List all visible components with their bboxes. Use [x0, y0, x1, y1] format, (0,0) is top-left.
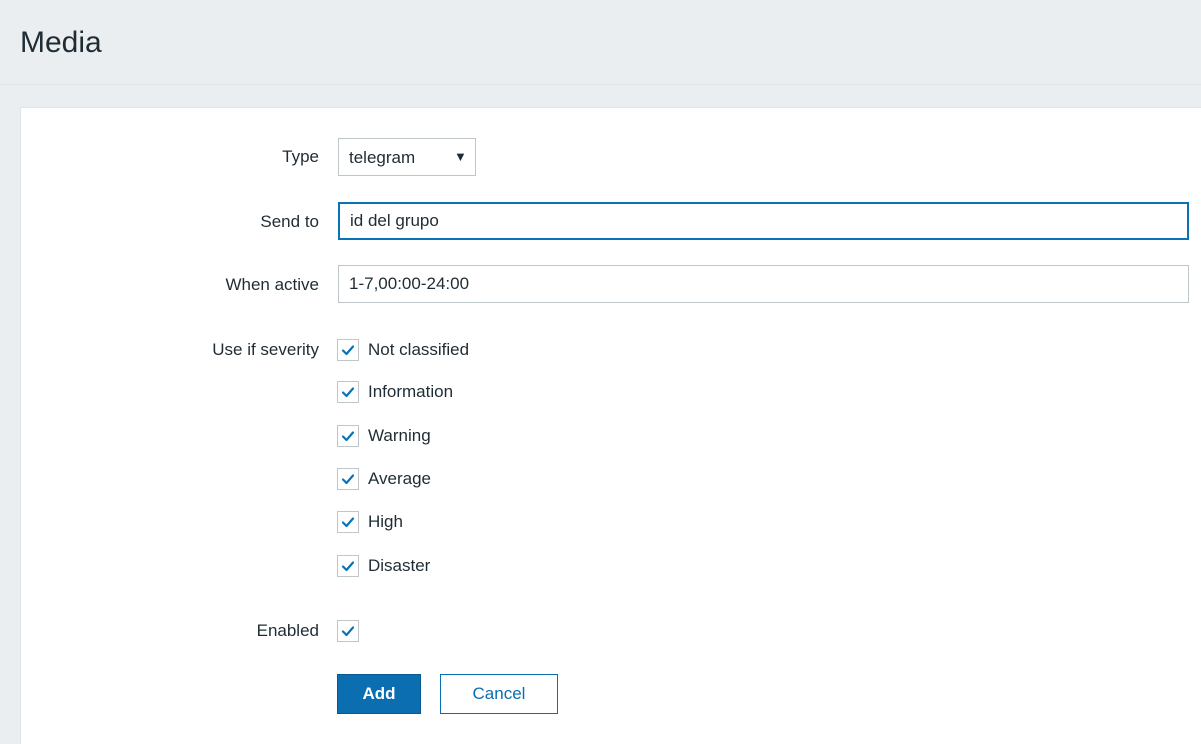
checkmark-icon — [341, 561, 355, 572]
checkmark-icon — [341, 474, 355, 485]
checkbox[interactable] — [337, 555, 359, 577]
checkbox-label: Disaster — [368, 556, 431, 575]
when-active-label: When active — [225, 275, 319, 294]
checkmark-icon — [341, 387, 355, 398]
checkbox[interactable] — [337, 511, 359, 533]
checkbox[interactable] — [337, 381, 359, 403]
checkbox-label: Average — [368, 469, 432, 488]
checkbox-label: Information — [368, 382, 454, 401]
media-page: Media Type telegram ▼ Send to When activ… — [0, 0, 1201, 744]
checkmark-icon — [341, 345, 355, 356]
page-header: Media — [0, 0, 1201, 85]
when-active-input[interactable] — [338, 265, 1189, 303]
severity-average[interactable]: Average — [337, 466, 431, 492]
enabled-checkbox-row[interactable] — [337, 618, 359, 644]
type-select-value: telegram — [349, 148, 416, 167]
caret-down-icon: ▼ — [454, 149, 467, 164]
cancel-button[interactable]: Cancel — [440, 674, 558, 714]
checkmark-icon — [341, 517, 355, 528]
severity-not-classified[interactable]: Not classified — [337, 337, 469, 363]
severity-label: Use if severity — [212, 340, 319, 359]
checkbox[interactable] — [337, 339, 359, 361]
severity-disaster[interactable]: Disaster — [337, 553, 430, 579]
severity-warning[interactable]: Warning — [337, 423, 431, 449]
severity-information[interactable]: Information — [337, 379, 453, 405]
page-title: Media — [20, 26, 102, 59]
add-button[interactable]: Add — [337, 674, 421, 714]
checkbox[interactable] — [337, 468, 359, 490]
media-form: Type telegram ▼ Send to When active Use … — [20, 107, 1201, 744]
send-to-input[interactable] — [338, 202, 1189, 240]
checkbox[interactable] — [337, 425, 359, 447]
type-select[interactable]: telegram ▼ — [338, 138, 476, 176]
severity-high[interactable]: High — [337, 509, 403, 535]
checkbox-label: Not classified — [368, 340, 470, 359]
checkbox-label: Warning — [368, 426, 431, 445]
checkbox-label: High — [368, 512, 403, 531]
checkmark-icon — [341, 431, 355, 442]
send-to-label: Send to — [260, 212, 319, 231]
enabled-checkbox[interactable] — [337, 620, 359, 642]
enabled-label: Enabled — [256, 621, 319, 640]
type-label: Type — [282, 147, 319, 166]
checkmark-icon — [341, 626, 355, 637]
